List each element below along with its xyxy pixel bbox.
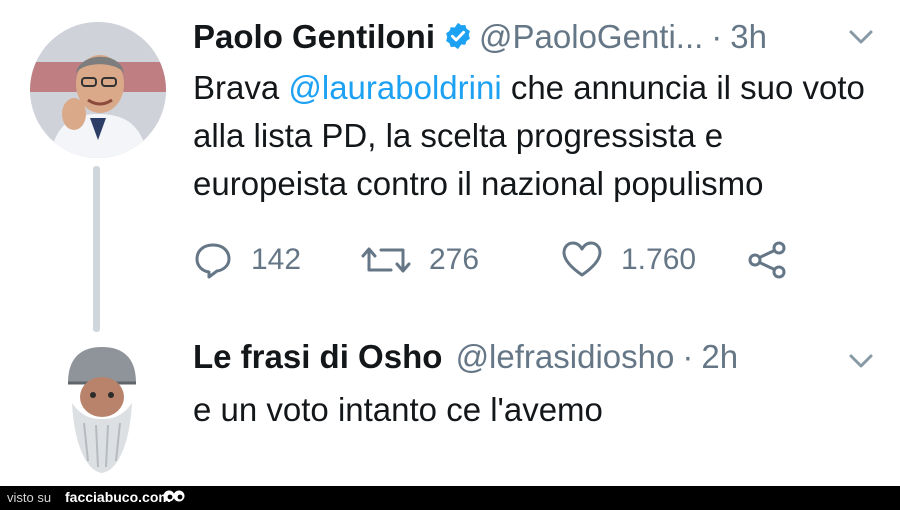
- heart-icon: [562, 241, 602, 277]
- tweet-header: Le frasi di Osho @lefrasidiosho · 2h: [193, 338, 738, 376]
- author-handle[interactable]: @PaoloGenti...: [479, 18, 703, 55]
- tweet-text: Brava @lauraboldrini che annuncia il suo…: [193, 64, 883, 208]
- separator-dot: ·: [682, 338, 694, 375]
- reply-button[interactable]: 142: [193, 238, 301, 282]
- author-name[interactable]: Paolo Gentiloni: [193, 18, 435, 55]
- chevron-down-icon[interactable]: [848, 352, 874, 375]
- share-icon: [748, 241, 786, 279]
- portrait-image: [68, 347, 136, 473]
- portrait-image: [30, 22, 166, 158]
- tweet-time[interactable]: 2h: [701, 338, 738, 375]
- tweet-header: Paolo Gentiloni @PaoloGenti... · 3h: [193, 18, 767, 59]
- tweet-paolo-gentiloni[interactable]: Paolo Gentiloni @PaoloGenti... · 3h Brava @…: [0, 0, 900, 330]
- tweet-text: e un voto intanto ce l'avemo: [193, 391, 603, 428]
- share-button[interactable]: [747, 238, 807, 282]
- reply-icon: [195, 243, 231, 279]
- avatar-le-frasi-di-osho[interactable]: [62, 343, 142, 475]
- like-count: 1.760: [621, 243, 697, 276]
- avatar-paolo-gentiloni[interactable]: [30, 22, 166, 158]
- retweet-icon: [361, 247, 411, 273]
- retweet-count: 276: [429, 243, 480, 276]
- tweet-actions: 142 276 1.760: [193, 238, 813, 282]
- author-name[interactable]: Le frasi di Osho: [193, 338, 442, 375]
- mention-link[interactable]: @lauraboldrini: [288, 69, 501, 106]
- separator-dot: ·: [711, 18, 723, 55]
- watermark-site[interactable]: facciabuco.com: [65, 489, 171, 505]
- verified-badge-icon: [443, 21, 473, 59]
- tweet-text-prefix: Brava: [193, 69, 289, 106]
- eyes-logo-icon: [162, 488, 186, 509]
- reply-count: 142: [251, 243, 302, 276]
- watermark-prefix: visto su: [7, 490, 52, 505]
- chevron-down-icon[interactable]: [848, 28, 874, 51]
- like-button[interactable]: 1.760: [561, 238, 696, 282]
- watermark-bar: visto su facciabuco.com: [0, 486, 900, 510]
- retweet-button[interactable]: 276: [361, 238, 479, 282]
- author-handle[interactable]: @lefrasidiosho: [456, 338, 675, 375]
- thread-connector-line: [93, 166, 100, 332]
- tweet-time[interactable]: 3h: [730, 18, 767, 55]
- tweet-le-frasi-di-osho[interactable]: Le frasi di Osho @lefrasidiosho · 2h e un …: [0, 330, 900, 486]
